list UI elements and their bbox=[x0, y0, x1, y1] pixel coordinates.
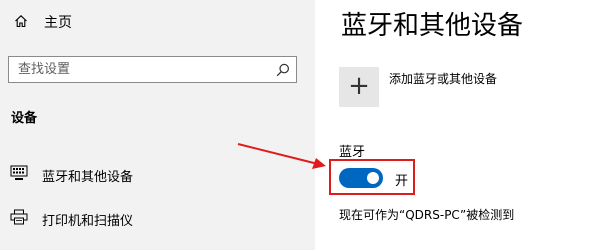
settings-search-box[interactable] bbox=[8, 56, 297, 83]
plus-icon: + bbox=[348, 71, 370, 101]
keyboard-icon bbox=[10, 165, 28, 185]
devices-section-heading: 设备 bbox=[11, 111, 38, 126]
printer-icon bbox=[10, 209, 28, 229]
settings-sidebar: 主页 设备 蓝牙和其他设备 bbox=[0, 0, 315, 250]
bluetooth-label: 蓝牙 bbox=[339, 145, 366, 160]
sidebar-item-label: 打印机和扫描仪 bbox=[42, 213, 134, 229]
add-device-label[interactable]: 添加蓝牙或其他设备 bbox=[389, 70, 497, 87]
home-nav-item[interactable]: 主页 bbox=[14, 10, 72, 34]
home-icon bbox=[14, 13, 28, 32]
add-device-button[interactable]: + bbox=[339, 67, 379, 107]
settings-search-input[interactable] bbox=[9, 57, 278, 82]
page-title: 蓝牙和其他设备 bbox=[341, 11, 524, 41]
search-icon[interactable] bbox=[276, 62, 290, 81]
home-label: 主页 bbox=[44, 15, 72, 31]
sidebar-item-bluetooth[interactable]: 蓝牙和其他设备 bbox=[10, 163, 133, 187]
discoverable-status: 现在可作为“QDRS-PC”被检测到 bbox=[339, 208, 515, 222]
annotation-highlight-box bbox=[329, 159, 415, 195]
sidebar-item-label: 蓝牙和其他设备 bbox=[42, 169, 134, 185]
annotation-arrow bbox=[237, 143, 326, 169]
sidebar-item-printers[interactable]: 打印机和扫描仪 bbox=[10, 207, 133, 231]
